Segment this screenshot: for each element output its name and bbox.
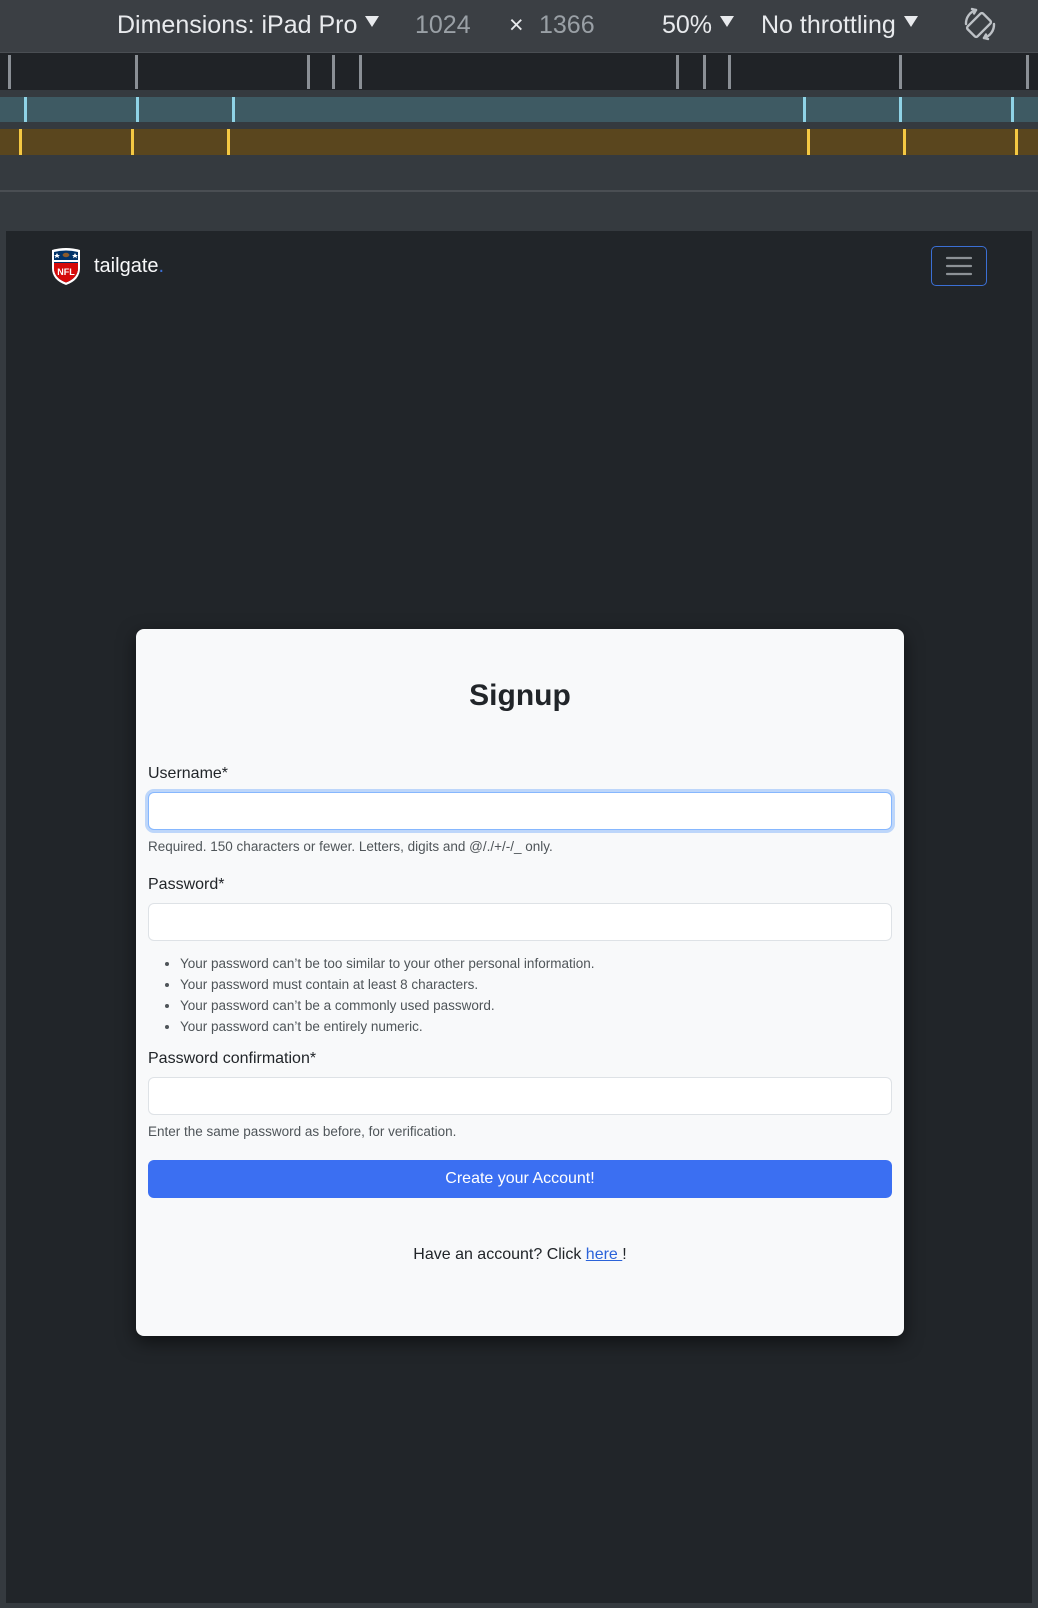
caret-down-icon	[365, 16, 380, 27]
password-rules-list: Your password can’t be too similar to yo…	[180, 953, 594, 1037]
divider	[0, 190, 1038, 192]
dimensions-label: Dimensions: iPad Pro	[117, 11, 358, 39]
password-label: Password*	[148, 876, 225, 893]
mq-marker[interactable]	[24, 97, 27, 122]
ruler-tick	[332, 55, 335, 89]
svg-text:NFL: NFL	[57, 267, 75, 277]
dimensions-dropdown[interactable]: Dimensions: iPad Pro	[117, 10, 380, 40]
rotate-device-icon[interactable]	[960, 4, 1000, 44]
username-input[interactable]	[148, 792, 892, 830]
device-viewport: NFL tailgate. Signup Username* Required.…	[6, 231, 1032, 1603]
mq-marker[interactable]	[903, 129, 906, 155]
list-item: Your password can’t be entirely numeric.	[180, 1016, 594, 1037]
hamburger-menu-icon	[945, 256, 973, 276]
list-item: Your password can’t be too similar to yo…	[180, 953, 594, 974]
mq-marker[interactable]	[899, 97, 902, 122]
caret-down-icon	[903, 16, 918, 27]
caret-down-icon	[720, 16, 735, 27]
ruler-tick	[307, 55, 310, 89]
navbar-brand[interactable]: NFL tailgate.	[50, 244, 164, 288]
brand-dot: .	[158, 254, 165, 277]
devtools-device-toolbar: Dimensions: iPad Pro 1024 × 1366 50% No …	[0, 0, 1038, 52]
login-link[interactable]: here	[586, 1246, 622, 1263]
zoom-label: 50%	[662, 11, 713, 39]
mq-marker[interactable]	[1015, 129, 1018, 155]
brand-name: tailgate	[94, 254, 159, 277]
ruler-tick	[899, 55, 902, 89]
ruler-tick	[728, 55, 731, 89]
login-prompt: Have an account? Click here !	[136, 1246, 904, 1264]
ruler-tick	[359, 55, 362, 89]
password-confirmation-input[interactable]	[148, 1077, 892, 1115]
ruler-tick	[676, 55, 679, 89]
mq-marker[interactable]	[136, 97, 139, 122]
mq-marker[interactable]	[1011, 97, 1014, 122]
signup-card: Signup Username* Required. 150 character…	[136, 629, 904, 1336]
ruler-tick	[703, 55, 706, 89]
mq-marker[interactable]	[227, 129, 230, 155]
zoom-dropdown[interactable]: 50%	[662, 10, 735, 40]
login-prompt-text: Have an account? Click	[413, 1246, 586, 1263]
breakpoint-ruler	[0, 52, 1038, 90]
list-item: Your password can’t be a commonly used p…	[180, 995, 594, 1016]
ruler-tick	[8, 55, 11, 89]
mq-marker[interactable]	[807, 129, 810, 155]
password-confirmation-label: Password confirmation*	[148, 1050, 317, 1067]
login-prompt-suffix: !	[622, 1246, 627, 1263]
min-width-media-query-bar[interactable]	[0, 129, 1038, 155]
ruler-tick	[135, 55, 138, 89]
list-item: Your password must contain at least 8 ch…	[180, 974, 594, 995]
mq-marker[interactable]	[232, 97, 235, 122]
mq-marker[interactable]	[19, 129, 22, 155]
max-width-media-query-bar[interactable]	[0, 97, 1038, 122]
password-input[interactable]	[148, 903, 892, 941]
username-label: Username*	[148, 765, 229, 782]
create-account-button[interactable]: Create your Account!	[148, 1160, 892, 1198]
height-input[interactable]: 1366	[539, 10, 595, 40]
page-title: Signup	[469, 679, 571, 712]
throttling-dropdown[interactable]: No throttling	[761, 10, 918, 40]
username-help-text: Required. 150 characters or fewer. Lette…	[148, 839, 553, 854]
navbar: NFL tailgate.	[6, 231, 1032, 299]
nfl-shield-logo: NFL	[52, 248, 80, 285]
mq-marker[interactable]	[803, 97, 806, 122]
navbar-toggler-button[interactable]	[931, 246, 987, 286]
password-confirmation-help-text: Enter the same password as before, for v…	[148, 1124, 457, 1139]
mq-marker[interactable]	[131, 129, 134, 155]
times-icon: ×	[509, 11, 524, 39]
throttling-label: No throttling	[761, 11, 896, 39]
ruler-tick	[1026, 55, 1029, 89]
width-input[interactable]: 1024	[415, 10, 471, 40]
